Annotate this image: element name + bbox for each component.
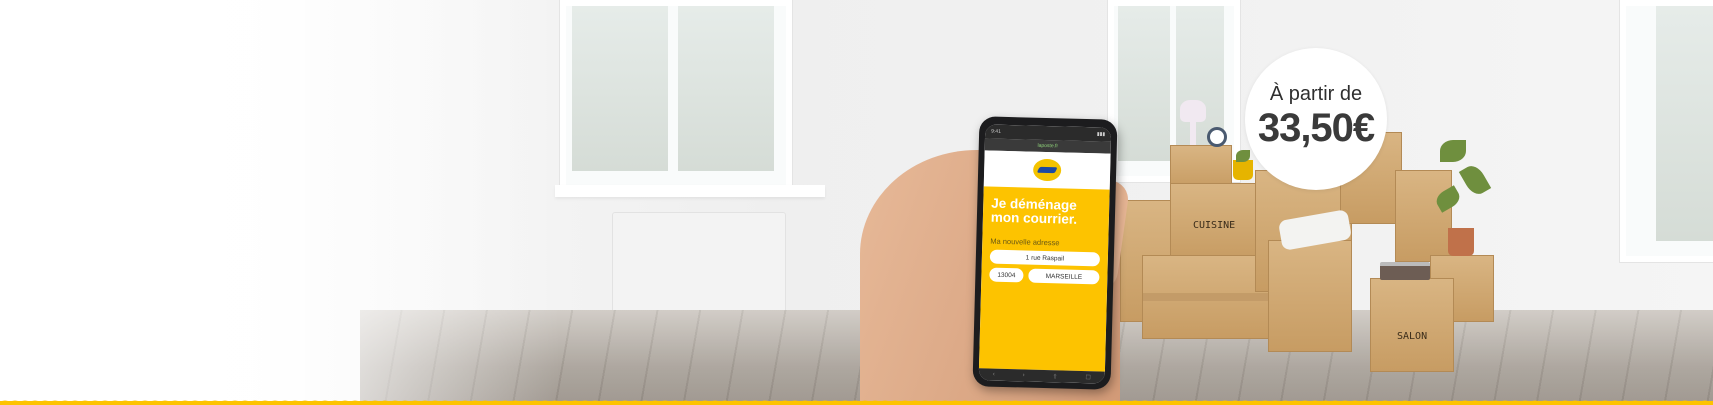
small-plant-pot (1233, 160, 1253, 180)
window-sill (555, 185, 825, 197)
hero-banner: CUISINE SALON 9:41 ▮▮▮ laposte.fr Je dém… (0, 0, 1713, 405)
radiator (612, 212, 786, 326)
left-fade-overlay (0, 0, 560, 405)
small-plant-leaf (1236, 150, 1250, 162)
city-field: MARSEILLE (1028, 268, 1100, 285)
phone-headline: Je déménage mon courrier. (990, 196, 1102, 228)
box-right-stack (1395, 170, 1452, 262)
lamp-stand (1190, 121, 1196, 145)
price-badge: À partir de 33,50€ (1245, 48, 1387, 190)
box-salon: SALON (1370, 278, 1454, 372)
box-label-cuisine: CUISINE (1193, 220, 1236, 231)
phone-url: laposte.fr (1037, 142, 1059, 150)
la-poste-logo-icon (1032, 158, 1062, 182)
phone-logo-zone (983, 150, 1111, 190)
price-value: 33,50€ (1257, 105, 1375, 150)
phone-screen: 9:41 ▮▮▮ laposte.fr Je déménage mon courr… (978, 124, 1112, 384)
box-open-center (1268, 240, 1352, 352)
books-stack (1380, 262, 1430, 280)
box-cuisine: CUISINE (1170, 183, 1257, 260)
phone-headline-line2: mon courrier. (990, 209, 1078, 227)
window-right (1620, 0, 1713, 262)
yellow-wave-border-icon (0, 400, 1713, 405)
phone-form-panel: Je déménage mon courrier. Ma nouvelle ad… (978, 186, 1110, 372)
tall-plant-leaf-1 (1440, 140, 1466, 162)
box-lower-left (1142, 255, 1272, 339)
smartphone: 9:41 ▮▮▮ laposte.fr Je déménage mon courr… (972, 116, 1118, 390)
lamp (1180, 100, 1206, 122)
window-left (560, 0, 792, 192)
box-label-salon: SALON (1397, 331, 1428, 342)
clock-icon (1207, 127, 1227, 147)
phone-nav-bar: ‹ › ⇧ ☐ (978, 368, 1105, 384)
tall-plant-pot (1448, 228, 1474, 256)
postcode-field: 13004 (989, 267, 1024, 283)
postcode-city-row: 13004 MARSEILLE (989, 264, 1100, 285)
price-prefix: À partir de (1269, 82, 1363, 105)
address-label: Ma nouvelle adresse (990, 236, 1060, 248)
